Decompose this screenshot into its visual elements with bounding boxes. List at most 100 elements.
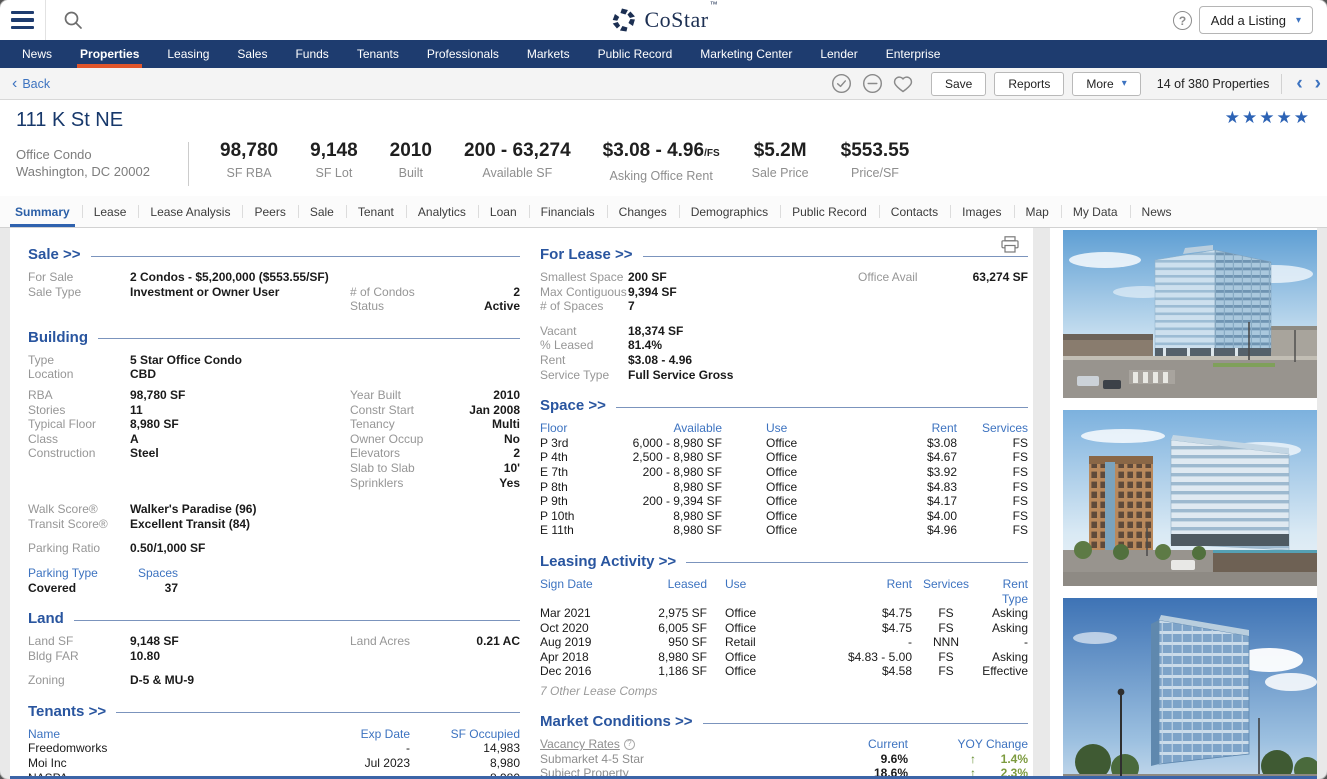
back-link[interactable]: ‹ Back: [12, 77, 50, 91]
space-section-link[interactable]: Space >>: [540, 397, 606, 414]
tenants-section-link[interactable]: Tenants >>: [28, 703, 106, 720]
field-rba: RBA98,780 SF: [28, 388, 350, 403]
field-construction: ConstructionSteel: [28, 446, 350, 461]
for-lease-section-link[interactable]: For Lease >>: [540, 246, 633, 263]
lease-comps-footnote[interactable]: 7 Other Lease Comps: [540, 684, 1028, 698]
tab-loan[interactable]: Loan: [478, 196, 529, 227]
primary-nav: News Properties Leasing Sales Funds Tena…: [0, 40, 1327, 68]
field-stories: Stories11: [28, 403, 350, 418]
prev-property-button[interactable]: ‹: [1290, 74, 1308, 94]
field-type: Type5 Star Office Condo: [28, 353, 520, 368]
property-photo-2[interactable]: [1063, 410, 1317, 586]
nav-item-professionals[interactable]: Professionals: [413, 40, 513, 68]
field-parking-ratio: Parking Ratio0.50/1,000 SF: [28, 541, 520, 556]
help-icon[interactable]: ?: [1173, 11, 1192, 30]
table-row: Dec 20161,186 SFOffice$4.58FSEffective: [540, 664, 1028, 679]
table-row: Moi IncJul 20238,980: [28, 756, 520, 771]
check-circle-icon[interactable]: [830, 73, 852, 95]
nav-item-public-record[interactable]: Public Record: [584, 40, 687, 68]
nav-item-news[interactable]: News: [8, 40, 66, 68]
tab-analytics[interactable]: Analytics: [406, 196, 478, 227]
add-listing-button[interactable]: Add a Listing ▾: [1199, 6, 1313, 34]
space-table-header: FloorAvailableUseRentServices: [540, 421, 1028, 436]
tab-map[interactable]: Map: [1014, 196, 1061, 227]
nav-item-markets[interactable]: Markets: [513, 40, 584, 68]
app-header: CoStar™ ? Add a Listing ▾: [0, 0, 1327, 40]
hamburger-menu-icon[interactable]: [0, 0, 46, 40]
nav-item-enterprise[interactable]: Enterprise: [872, 40, 955, 68]
tab-contacts[interactable]: Contacts: [879, 196, 950, 227]
table-row: Submarket 4-5 Star 9.6% ↑1.4%: [540, 752, 1028, 767]
more-button[interactable]: More ▾: [1072, 72, 1140, 96]
stat-sf-lot: 9,148 SF Lot: [294, 139, 374, 183]
tab-lease-analysis[interactable]: Lease Analysis: [138, 196, 242, 227]
field-bldg-far: Bldg FAR10.80: [28, 649, 350, 664]
tab-financials[interactable]: Financials: [529, 196, 607, 227]
minus-circle-icon[interactable]: [861, 73, 883, 95]
property-counter: 14 of 380 Properties: [1157, 77, 1270, 91]
market-conditions-section-header: Market Conditions >>: [540, 713, 1028, 730]
nav-item-tenants[interactable]: Tenants: [343, 40, 413, 68]
field-elevators: Elevators2: [350, 446, 520, 461]
nav-item-leasing[interactable]: Leasing: [153, 40, 223, 68]
sale-section-link[interactable]: Sale >>: [28, 246, 81, 263]
tab-public-record[interactable]: Public Record: [780, 196, 879, 227]
table-row: P 4th2,500 - 8,980 SFOffice$4.67FS: [540, 450, 1028, 465]
save-button[interactable]: Save: [931, 72, 986, 96]
tab-peers[interactable]: Peers: [242, 196, 297, 227]
nav-item-lender[interactable]: Lender: [806, 40, 871, 68]
favorite-heart-icon[interactable]: [892, 73, 914, 95]
nav-item-properties[interactable]: Properties: [66, 40, 153, 68]
tab-tenant[interactable]: Tenant: [346, 196, 406, 227]
chevron-left-icon: ‹: [12, 78, 17, 90]
table-row: Mar 20212,975 SFOffice$4.75FSAsking: [540, 606, 1028, 621]
tab-news[interactable]: News: [1130, 196, 1184, 227]
field-num-condos: # of Condos2: [350, 285, 520, 300]
table-row: P 8th8,980 SFOffice$4.83FS: [540, 480, 1028, 495]
nav-item-marketing-center[interactable]: Marketing Center: [686, 40, 806, 68]
property-photo-3[interactable]: [1063, 598, 1317, 779]
info-icon[interactable]: ?: [624, 739, 635, 750]
reports-button[interactable]: Reports: [994, 72, 1064, 96]
table-row: P 10th8,980 SFOffice$4.00FS: [540, 509, 1028, 524]
brand-name: CoStar: [644, 7, 708, 32]
right-column: For Lease >> Smallest Space200 SF Max Co…: [540, 238, 1028, 779]
for-lease-section-header: For Lease >>: [540, 246, 1028, 263]
stat-built: 2010 Built: [374, 139, 448, 183]
parking-table-header: Parking TypeSpaces: [28, 566, 520, 581]
property-header: 111 K St NE Office Condo Washington, DC …: [0, 100, 1327, 196]
field-tenancy: TenancyMulti: [350, 417, 520, 432]
tab-changes[interactable]: Changes: [607, 196, 679, 227]
search-icon[interactable]: [58, 7, 88, 33]
stat-available-sf: 200 - 63,274 Available SF: [448, 139, 587, 183]
field-for-sale: For Sale2 Condos - $5,200,000 ($553.55/S…: [28, 270, 350, 285]
costar-logo[interactable]: CoStar™: [610, 0, 716, 40]
table-row: Aug 2019950 SFRetail-NNN-: [540, 635, 1028, 650]
table-row: E 7th200 - 8,980 SFOffice$3.92FS: [540, 465, 1028, 480]
next-property-button[interactable]: ›: [1309, 74, 1327, 94]
property-photo-1[interactable]: [1063, 230, 1317, 398]
tab-demographics[interactable]: Demographics: [679, 196, 780, 227]
vacancy-rates-link[interactable]: Vacancy Rates: [540, 737, 620, 752]
tab-my-data[interactable]: My Data: [1061, 196, 1130, 227]
table-row: Covered37: [28, 581, 520, 596]
market-conditions-section-link[interactable]: Market Conditions >>: [540, 713, 693, 730]
field-smallest-space: Smallest Space200 SF: [540, 270, 858, 285]
left-column: Sale >> For Sale2 Condos - $5,200,000 ($…: [28, 238, 520, 779]
tab-sale[interactable]: Sale: [298, 196, 346, 227]
field-land-acres: Land Acres0.21 AC: [350, 634, 520, 649]
costar-pinwheel-icon: [610, 7, 636, 33]
field-walk-score: Walk Score®Walker's Paradise (96): [28, 502, 520, 517]
table-row: Freedomworks-14,983: [28, 741, 520, 756]
table-row: E 11th8,980 SFOffice$4.96FS: [540, 523, 1028, 538]
property-address: Washington, DC 20002: [16, 163, 150, 180]
leasing-activity-section-link[interactable]: Leasing Activity >>: [540, 553, 676, 570]
leasing-table-header: Sign DateLeasedUseRentServicesRent Type: [540, 577, 1028, 606]
toolbar-divider: [1281, 74, 1282, 94]
tab-lease[interactable]: Lease: [82, 196, 139, 227]
tab-summary[interactable]: Summary: [3, 196, 82, 227]
nav-item-sales[interactable]: Sales: [223, 40, 281, 68]
table-row: Apr 20188,980 SFOffice$4.83 - 5.00FSAski…: [540, 650, 1028, 665]
tab-images[interactable]: Images: [950, 196, 1013, 227]
nav-item-funds[interactable]: Funds: [281, 40, 342, 68]
